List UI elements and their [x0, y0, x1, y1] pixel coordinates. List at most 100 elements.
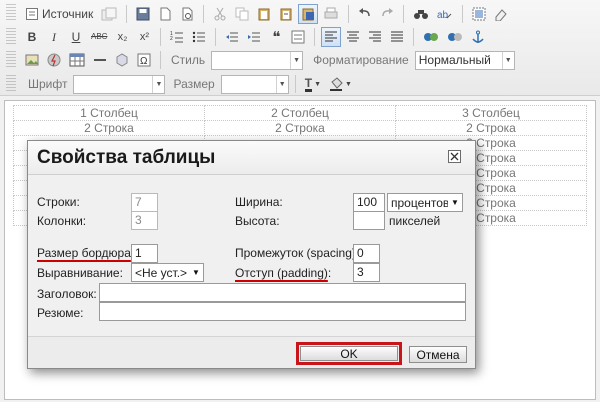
border-size-input[interactable]: 1 [131, 244, 158, 263]
save-icon [136, 7, 150, 21]
italic-button[interactable]: I [44, 27, 64, 47]
div-container-button[interactable] [288, 27, 308, 47]
border-size-label: Размер бордюра: [37, 246, 134, 260]
separator [294, 75, 296, 93]
dialog-titlebar[interactable]: Свойства таблицы [28, 141, 475, 175]
width-unit-select[interactable]: процентов ▼ [387, 193, 463, 212]
separator [462, 5, 464, 23]
width-input[interactable]: 100 [353, 193, 385, 212]
bg-color-button[interactable]: ▼ [326, 74, 355, 94]
paste-text-button[interactable] [276, 4, 296, 24]
padding-label-text: Отступ (padding) [235, 266, 328, 280]
printer-icon [324, 7, 338, 19]
font-label: Шрифт [28, 77, 68, 91]
close-button[interactable] [448, 150, 461, 163]
new-page-button[interactable] [155, 4, 175, 24]
anchor-button[interactable] [468, 27, 488, 47]
chevron-down-icon: ▼ [152, 75, 164, 93]
smiley-button[interactable] [112, 50, 132, 70]
size-select[interactable]: ▼ [220, 74, 289, 94]
find-button[interactable] [410, 4, 432, 24]
align-center-button[interactable] [343, 27, 363, 47]
alignment-select[interactable]: <Не уст.> ▼ [131, 263, 204, 282]
cols-input[interactable]: 3 [131, 211, 158, 230]
flash-icon [47, 53, 61, 67]
table-cell[interactable]: 2 Строка [204, 120, 396, 136]
subscript-button[interactable]: x₂ [112, 27, 132, 47]
preview-button[interactable] [177, 4, 197, 24]
superscript-button[interactable]: x² [134, 27, 154, 47]
horizontal-rule-button[interactable] [90, 50, 110, 70]
ok-button[interactable]: OK [300, 346, 398, 361]
chevron-down-icon: ▼ [290, 51, 302, 69]
close-icon [450, 152, 459, 161]
table-icon [69, 53, 85, 67]
table-row: 2 Строка 2 Строка 2 Строка [13, 120, 587, 136]
outdent-icon [226, 32, 239, 42]
height-input[interactable] [353, 211, 385, 230]
link-button[interactable] [420, 27, 442, 47]
undo-button[interactable] [355, 4, 375, 24]
strike-button[interactable]: ABC [88, 27, 110, 47]
save-button[interactable] [133, 4, 153, 24]
spacing-input[interactable]: 0 [353, 244, 380, 263]
style-select[interactable]: ▼ [211, 50, 304, 70]
paste-button[interactable] [254, 4, 274, 24]
toolbar-grip[interactable] [6, 28, 16, 46]
table-cell[interactable]: 2 Строка [395, 120, 587, 136]
format-select[interactable]: Нормальный ▼ [414, 50, 515, 70]
clipboard-icon [258, 8, 270, 21]
indent-button[interactable] [244, 27, 264, 47]
toolbar-grip[interactable] [6, 75, 16, 93]
rows-label: Строки: [37, 195, 80, 209]
table-cell[interactable]: 1 Столбец [13, 105, 205, 121]
source-icon [26, 8, 38, 20]
image-button[interactable] [22, 50, 42, 70]
cancel-button[interactable]: Отмена [409, 346, 467, 363]
chevron-down-icon: ▼ [451, 198, 459, 207]
special-char-button[interactable]: Ω [134, 50, 154, 70]
format-label: Форматирование [313, 53, 409, 67]
dialog-title: Свойства таблицы [37, 147, 216, 168]
paste-word-button[interactable] [298, 4, 319, 24]
table-cell[interactable]: 3 Столбец [395, 105, 587, 121]
caption-input[interactable] [99, 283, 466, 302]
flash-button[interactable] [44, 50, 64, 70]
cut-button[interactable] [210, 4, 230, 24]
font-select[interactable]: ▼ [73, 74, 166, 94]
separator [203, 5, 205, 23]
unlink-button[interactable] [444, 27, 466, 47]
redo-button[interactable] [377, 4, 397, 24]
toolbar-grip[interactable] [6, 51, 16, 69]
bold-button[interactable]: B [22, 27, 42, 47]
align-justify-button[interactable] [387, 27, 407, 47]
table-cell[interactable]: 2 Столбец [204, 105, 396, 121]
remove-format-button[interactable] [491, 4, 511, 24]
outdent-button[interactable] [222, 27, 242, 47]
templates-button[interactable] [98, 4, 120, 24]
text-color-button[interactable]: T ▼ [302, 74, 324, 94]
align-left-button[interactable] [321, 27, 342, 47]
bullet-list-button[interactable] [189, 27, 209, 47]
table-button[interactable] [66, 50, 88, 70]
padding-input[interactable]: 3 [353, 263, 380, 282]
summary-input[interactable] [99, 302, 466, 321]
rows-input[interactable]: 7 [131, 193, 158, 212]
numbered-list-button[interactable]: 12 [167, 27, 187, 47]
copy-button[interactable] [232, 4, 252, 24]
chevron-down-icon: ▼ [192, 268, 200, 277]
print-button[interactable] [320, 4, 342, 24]
align-right-button[interactable] [365, 27, 385, 47]
select-all-button[interactable] [469, 4, 489, 24]
source-button[interactable]: Источник [22, 4, 96, 24]
toolbar-grip[interactable] [6, 4, 16, 22]
table-cell[interactable]: 2 Строка [13, 120, 205, 136]
image-icon [25, 54, 39, 66]
underline-button[interactable]: U [66, 27, 86, 47]
width-unit-value: процентов [391, 195, 448, 210]
blockquote-button[interactable]: ❝ [266, 27, 286, 47]
alignment-label: Выравнивание: [37, 266, 123, 280]
paste-text-icon [280, 8, 292, 21]
replace-button[interactable]: ab [434, 4, 456, 24]
separator [314, 28, 316, 46]
